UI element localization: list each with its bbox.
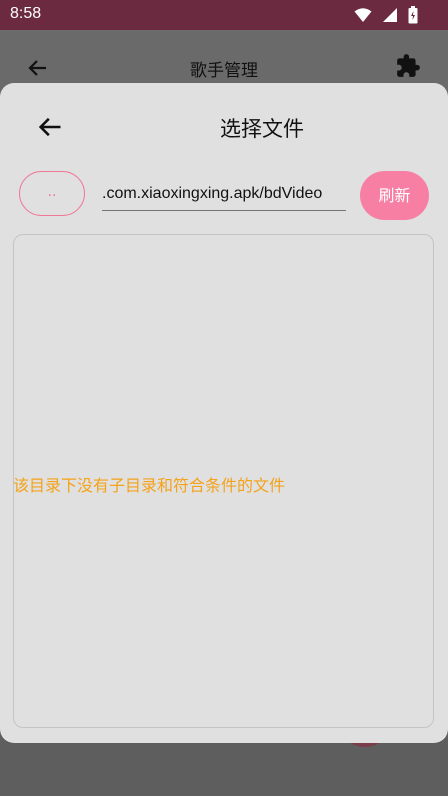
signal-icon [383,8,397,22]
background-page-title: 歌手管理 [190,61,258,81]
dialog-back-button[interactable] [36,113,64,141]
file-picker-dialog: 选择文件 .. .com.xiaoxingxing.apk/bdVideo 刷新… [0,83,448,743]
refresh-button[interactable]: 刷新 [360,171,429,220]
battery-icon [408,6,418,24]
status-icons [354,5,418,25]
parent-directory-button[interactable]: .. [19,171,85,216]
status-bar: 8:58 [0,0,448,30]
puzzle-piece-icon [397,54,420,77]
path-input[interactable]: .com.xiaoxingxing.apk/bdVideo [102,181,346,211]
file-list[interactable]: 该目录下没有子目录和符合条件的文件 [13,234,434,728]
status-time: 8:58 [10,5,42,22]
dialog-title: 选择文件 [220,117,304,141]
wifi-icon [354,8,372,22]
empty-state-message: 该目录下没有子目录和符合条件的文件 [13,476,286,495]
